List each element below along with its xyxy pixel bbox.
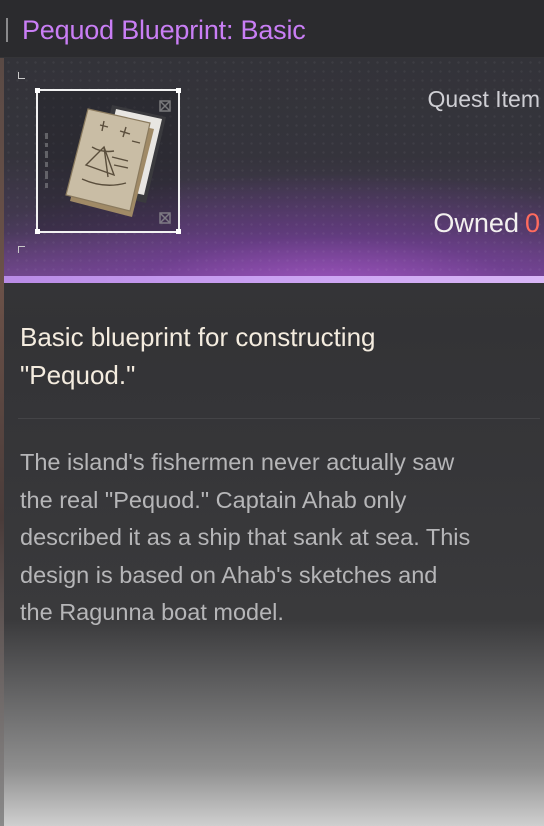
item-detail-panel: Pequod Blueprint: Basic Quest Item Owned… bbox=[0, 0, 544, 826]
owned-label: Owned bbox=[433, 208, 519, 238]
item-lore-text: The island's fishermen never actually sa… bbox=[20, 449, 471, 626]
corner-marker-top bbox=[18, 72, 25, 79]
item-short-description: Basic blueprint for constructing "Pequod… bbox=[20, 322, 376, 390]
blueprint-papers-icon bbox=[45, 100, 171, 224]
item-icon-frame bbox=[35, 88, 181, 234]
section-divider bbox=[18, 418, 540, 419]
item-type-label: Quest Item bbox=[427, 86, 540, 112]
frame-corner bbox=[176, 88, 181, 93]
corner-marker-bottom bbox=[18, 246, 25, 253]
title-tick bbox=[6, 18, 8, 42]
frame-corner bbox=[35, 88, 40, 93]
item-title: Pequod Blueprint: Basic bbox=[22, 15, 306, 45]
frame-corner bbox=[176, 229, 181, 234]
title-bar: Pequod Blueprint: Basic bbox=[0, 0, 544, 58]
owned-count: 0 bbox=[524, 208, 540, 238]
rarity-accent-bar bbox=[4, 276, 544, 283]
owned-counter: Owned 0 bbox=[433, 206, 540, 240]
frame-corner bbox=[35, 229, 40, 234]
